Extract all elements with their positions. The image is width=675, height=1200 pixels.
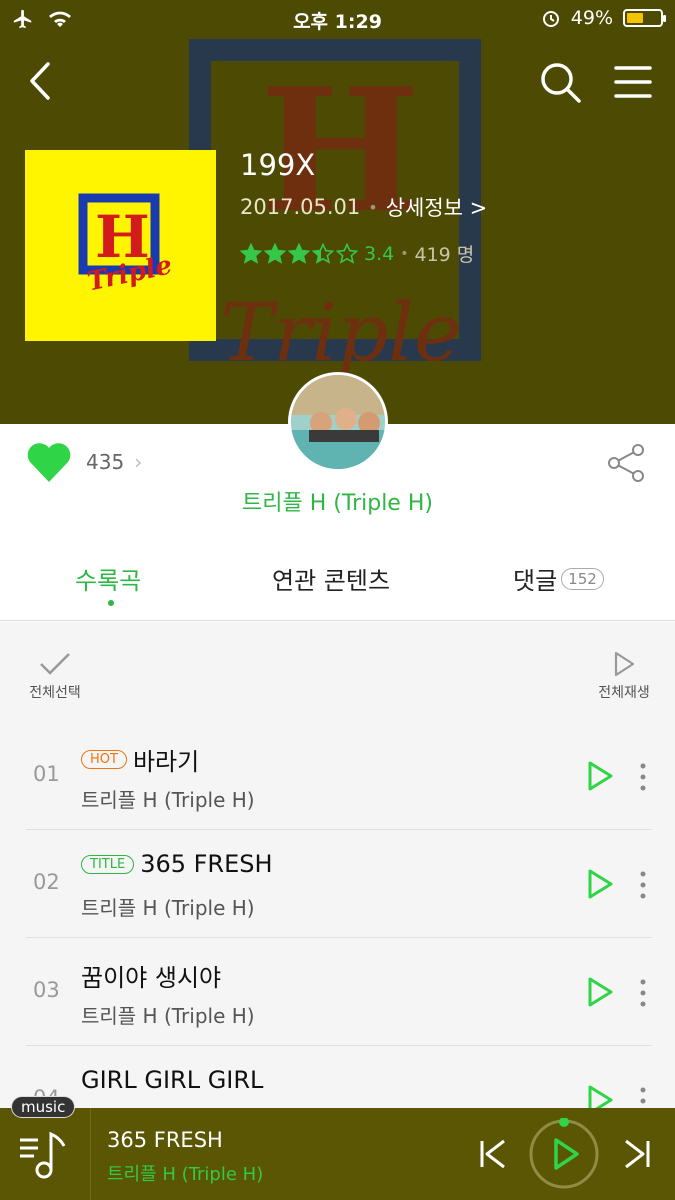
back-button[interactable]: [22, 58, 62, 104]
play-icon[interactable]: [586, 760, 614, 792]
share-icon[interactable]: [606, 442, 648, 484]
rating-row[interactable]: 3.4 • 419 명: [240, 240, 474, 267]
status-bar: 오후 1:29 49%: [0, 0, 675, 40]
next-track-icon[interactable]: [622, 1138, 652, 1170]
now-playing-artist: 트리플 H (Triple H): [107, 1164, 264, 1185]
rating-value: 3.4: [364, 242, 395, 265]
release-date: 2017.05.01: [240, 195, 361, 219]
hot-badge: HOT: [81, 750, 127, 769]
play-all-label: 전체재생: [598, 685, 650, 701]
chevron-right-icon: ›: [134, 450, 143, 474]
play-all-button[interactable]: 전체재생: [592, 650, 656, 702]
play-icon[interactable]: [586, 976, 614, 1008]
previous-track-icon[interactable]: [478, 1138, 508, 1170]
select-all-label: 전체선택: [29, 685, 81, 701]
album-header: H Triple 오후 1:29 49% H Triple 199X 2017.…: [0, 0, 675, 424]
separator-dot: •: [400, 245, 409, 262]
active-tab-indicator: [108, 600, 114, 606]
title-badge: TITLE: [81, 854, 135, 874]
tab-comments[interactable]: 댓글 152: [513, 561, 604, 596]
rating-count: 419 명: [414, 244, 475, 266]
search-button[interactable]: [538, 60, 582, 104]
star-icon: [288, 242, 310, 264]
background-album-art: H Triple: [189, 39, 481, 379]
track-artist: 트리플 H (Triple H): [81, 1004, 255, 1028]
play-icon[interactable]: [586, 1084, 614, 1108]
more-options-icon[interactable]: [638, 1086, 648, 1108]
divider: [90, 1108, 91, 1200]
tab-tracks[interactable]: 수록곡: [75, 561, 141, 596]
track-list: 전체선택 전체재생 01 HOT 바라기 트리플 H (Triple H) 02…: [0, 622, 675, 1108]
track-title: 꿈이야 생시야: [81, 964, 222, 992]
heart-icon[interactable]: [25, 440, 73, 484]
track-title-row: TITLE 365 FRESH: [81, 850, 273, 878]
battery-icon: [623, 9, 666, 27]
now-playing-title: 365 FRESH: [107, 1128, 223, 1152]
separator-dot: •: [368, 197, 378, 217]
track-title-row: GIRL GIRL GIRL: [81, 1066, 263, 1094]
album-cover-art: H Triple: [78, 193, 175, 298]
menu-button[interactable]: [612, 62, 654, 102]
play-outline-icon: [614, 651, 635, 677]
track-title: GIRL GIRL GIRL: [81, 1066, 264, 1094]
more-options-icon[interactable]: [638, 870, 648, 900]
like-count[interactable]: 435 ›: [86, 450, 142, 474]
artist-name-link[interactable]: 트리플 H (Triple H): [0, 485, 675, 517]
detail-info-link[interactable]: 상세정보 >: [386, 192, 488, 222]
track-artist: 트리플 H (Triple H): [81, 896, 255, 920]
comment-count-badge: 152: [561, 567, 604, 590]
check-icon: [40, 653, 70, 675]
track-title: 365 FRESH: [140, 850, 273, 878]
mini-player[interactable]: music 365 FRESH 트리플 H (Triple H): [0, 1096, 675, 1200]
track-title-row: 꿈이야 생시야: [81, 958, 221, 993]
artist-photo: [291, 375, 385, 469]
star-icon: [336, 242, 358, 264]
track-row[interactable]: 02 TITLE 365 FRESH 트리플 H (Triple H): [26, 830, 652, 938]
album-title: 199X: [240, 148, 316, 182]
track-number: 02: [33, 870, 60, 894]
like-count-value: 435: [86, 450, 125, 474]
track-title: 바라기: [132, 748, 200, 776]
music-tab-label[interactable]: music: [11, 1096, 76, 1118]
track-row[interactable]: 04 GIRL GIRL GIRL: [26, 1046, 652, 1108]
play-icon[interactable]: [586, 868, 614, 900]
track-row[interactable]: 03 꿈이야 생시야 트리플 H (Triple H): [26, 938, 652, 1046]
track-row[interactable]: 01 HOT 바라기 트리플 H (Triple H): [26, 722, 652, 830]
star-icon: [240, 242, 262, 264]
track-title-row: HOT 바라기: [81, 742, 199, 777]
select-all-button[interactable]: 전체선택: [22, 650, 88, 702]
tab-comments-label: 댓글: [513, 567, 558, 595]
track-number: 01: [33, 762, 60, 786]
rating-stars: [240, 242, 358, 265]
more-options-icon[interactable]: [638, 978, 648, 1008]
album-meta: 2017.05.01 • 상세정보 >: [240, 192, 487, 222]
play-pause-button[interactable]: [528, 1118, 600, 1190]
playlist-music-icon[interactable]: [16, 1126, 72, 1182]
more-options-icon[interactable]: [638, 762, 648, 792]
track-artist: 트리플 H (Triple H): [81, 788, 255, 812]
artist-avatar[interactable]: [288, 372, 388, 472]
tab-related-content[interactable]: 연관 콘텐츠: [272, 561, 390, 596]
star-icon: [264, 242, 286, 264]
track-number: 03: [33, 978, 60, 1002]
star-icon: [312, 242, 334, 264]
tab-bar: 수록곡 연관 콘텐츠 댓글 152: [0, 555, 675, 621]
svg-text:Triple: Triple: [220, 286, 461, 379]
alarm-icon: [542, 11, 559, 27]
battery-percent: 49%: [570, 7, 613, 29]
album-cover[interactable]: H Triple: [25, 150, 216, 341]
